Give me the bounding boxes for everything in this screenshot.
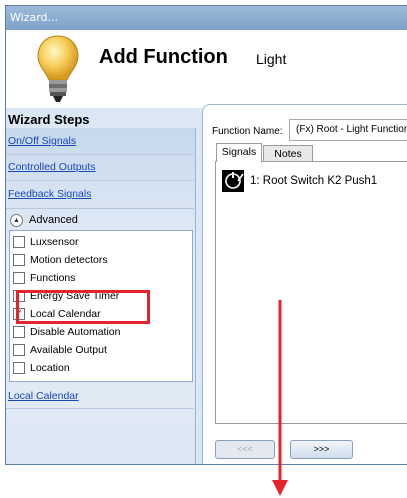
checkbox[interactable] (13, 236, 25, 248)
function-name-field[interactable]: (Fx) Root - Light Function (289, 119, 407, 141)
advanced-toggle[interactable]: ▲ Advanced (10, 212, 78, 228)
lightbulb-icon (37, 35, 79, 102)
checkbox[interactable] (13, 326, 25, 338)
checkbox[interactable] (13, 362, 25, 374)
step-divider (6, 208, 194, 209)
option-label: Motion detectors (30, 254, 108, 266)
chevron-up-icon[interactable]: ▲ (10, 213, 23, 227)
window-title: Wizard... (6, 6, 407, 30)
step-link-controlled-outputs[interactable]: Controlled Outputs (8, 161, 96, 173)
tab-signals[interactable]: Signals (216, 143, 262, 162)
step-divider (6, 180, 194, 181)
checkbox[interactable] (13, 272, 25, 284)
switch-icon (222, 170, 244, 192)
checkbox[interactable] (13, 344, 25, 356)
option-label: Luxsensor (30, 236, 79, 248)
advanced-option-motion-detectors[interactable]: Motion detectors (13, 252, 108, 268)
signals-list: 1: Root Switch K2 Push1 (215, 161, 407, 424)
signal-list-item[interactable]: 1: Root Switch K2 Push1 (222, 170, 377, 192)
page-subtitle: Light (256, 51, 287, 67)
option-label: Functions (30, 272, 76, 284)
function-editor-panel: Function Name: (Fx) Root - Light Functio… (202, 104, 407, 464)
annotation-arrow-down-icon (272, 300, 288, 496)
option-label: Location (30, 362, 70, 374)
checkbox[interactable] (13, 254, 25, 266)
advanced-option-luxsensor[interactable]: Luxsensor (13, 234, 78, 250)
page-title: Add Function (99, 46, 228, 68)
option-label: Available Output (30, 344, 107, 356)
advanced-option-available-output[interactable]: Available Output (13, 342, 107, 358)
step-link-feedback-signals[interactable]: Feedback Signals (8, 188, 91, 200)
advanced-option-location[interactable]: Location (13, 360, 70, 376)
wizard-steps-title: Wizard Steps (8, 112, 90, 127)
wizard-header: Add Function Light (6, 30, 407, 108)
back-button[interactable]: <<< (215, 440, 275, 459)
step-divider (6, 154, 194, 155)
advanced-label: Advanced (29, 214, 78, 226)
option-label: Disable Automation (30, 326, 121, 338)
advanced-option-disable-automation[interactable]: Disable Automation (13, 324, 120, 340)
advanced-option-functions[interactable]: Functions (13, 270, 76, 286)
function-name-label: Function Name: (212, 126, 283, 137)
next-button[interactable]: >>> (290, 440, 353, 459)
step-divider (6, 408, 194, 409)
wizard-window: Wizard... Add Function Light Wizard Step… (5, 5, 407, 465)
annotation-highlight-box (16, 290, 150, 324)
step-link-on-off-signals[interactable]: On/Off Signals (8, 135, 76, 147)
step-link-local-calendar[interactable]: Local Calendar (8, 390, 79, 402)
signal-label: 1: Root Switch K2 Push1 (250, 175, 378, 187)
